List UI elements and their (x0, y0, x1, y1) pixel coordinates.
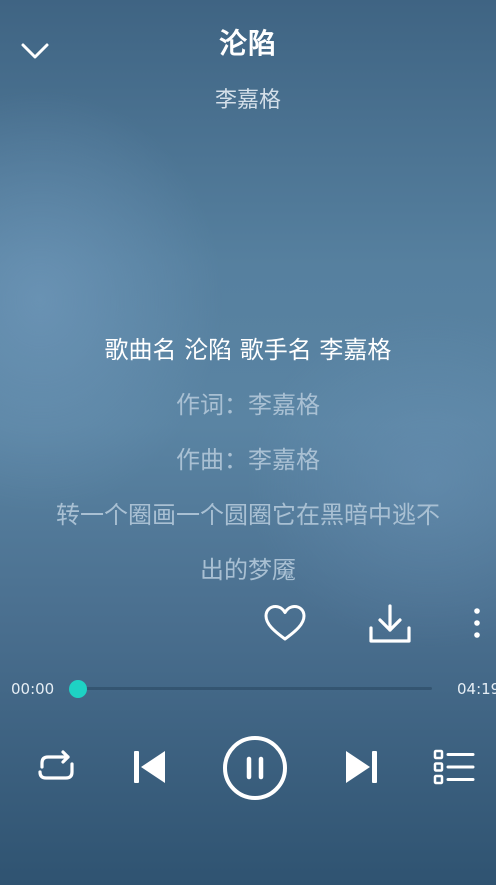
skip-previous-icon (134, 751, 165, 783)
progress-track[interactable] (78, 687, 432, 690)
lyric-line: 转一个圈画一个圆圈它在黑暗中逃不 (56, 501, 440, 529)
lyric-line-current: 歌曲名 沦陷 歌手名 李嘉格 (104, 336, 392, 364)
total-time: 04:19 (457, 680, 496, 698)
favorite-button[interactable] (262, 603, 308, 645)
progress-thumb[interactable] (69, 680, 87, 698)
lyric-line: 作曲：李嘉格 (176, 446, 320, 474)
skip-next-icon (346, 751, 377, 783)
song-title: 沦陷 (218, 27, 277, 60)
lyric-line: 作词：李嘉格 (176, 391, 320, 419)
current-time: 00:00 (11, 680, 55, 698)
lyric-line: 出的梦魇 (200, 556, 296, 584)
song-artist: 李嘉格 (214, 88, 281, 113)
previous-button[interactable] (130, 746, 170, 788)
pause-button[interactable] (221, 734, 289, 802)
more-options-button[interactable] (466, 604, 488, 644)
pause-icon (223, 736, 287, 800)
playlist-button[interactable] (432, 748, 476, 786)
repeat-button[interactable] (34, 747, 80, 787)
playlist-icon (433, 749, 475, 785)
download-button[interactable] (367, 603, 413, 645)
more-vertical-icon (474, 608, 480, 638)
next-button[interactable] (341, 746, 381, 788)
repeat-icon (38, 750, 74, 780)
heart-icon (264, 605, 306, 641)
download-icon (369, 604, 411, 643)
